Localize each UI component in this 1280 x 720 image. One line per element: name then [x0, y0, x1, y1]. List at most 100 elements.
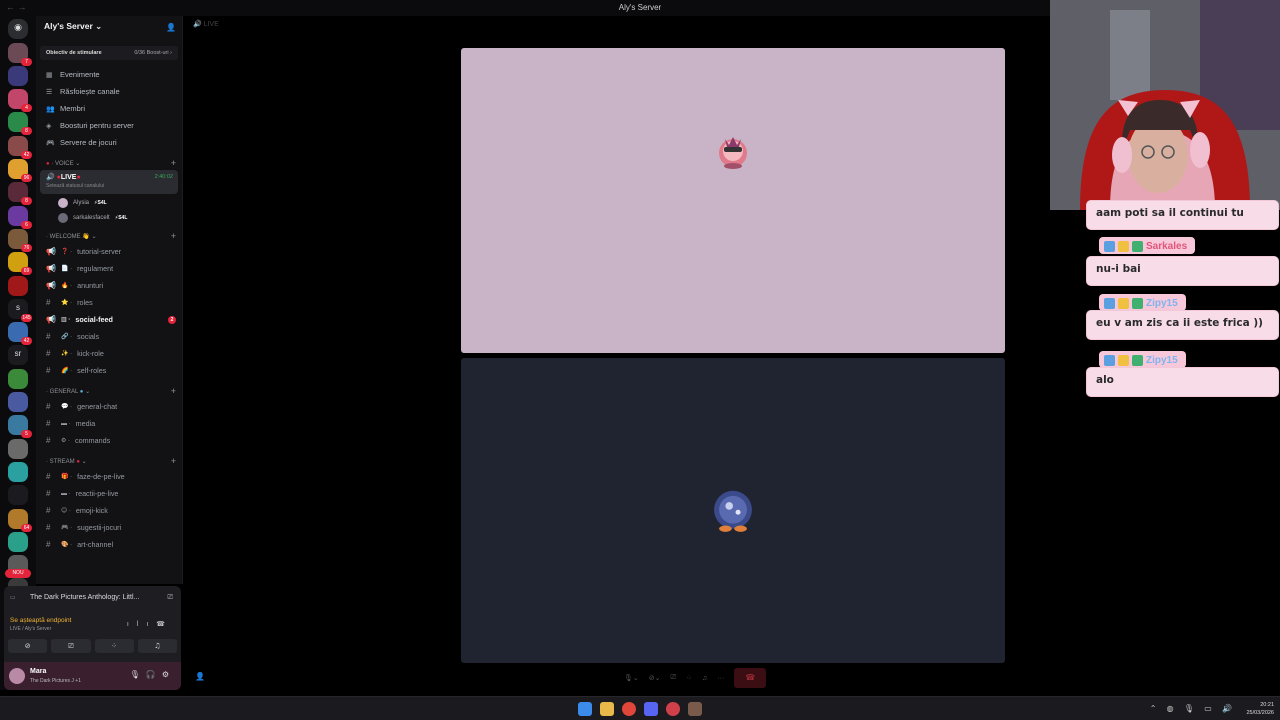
- add-channel-icon[interactable]: +: [171, 231, 176, 241]
- channel-art-channel[interactable]: # 🎨 · art-channel: [36, 536, 182, 553]
- channel-media[interactable]: # ▬ · media: [36, 415, 182, 432]
- chat-username: Zipy15: [1146, 298, 1178, 309]
- voice-user-name: Alysia: [73, 200, 90, 206]
- category-stream[interactable]: · STREAM ● ⌄ +: [36, 454, 182, 468]
- channel-reactii-pe-live[interactable]: # ▬ · reactii-pe-live: [36, 485, 182, 502]
- menu-item[interactable]: ▦ Evenimente: [36, 66, 182, 83]
- server-icon[interactable]: 69: [8, 252, 32, 276]
- menu-item[interactable]: ☰ Răsfoiește canale: [36, 83, 182, 100]
- server-icon[interactable]: 6: [8, 205, 32, 229]
- participant-tile[interactable]: [461, 48, 1005, 353]
- gear-icon[interactable]: ⚙: [162, 670, 175, 679]
- channel-faze-de-pe-live[interactable]: # 🎁 · faze-de-pe-live: [36, 468, 182, 485]
- category-voice[interactable]: ● · VOICE ⌄ +: [36, 156, 182, 170]
- server-icon[interactable]: 42: [8, 135, 32, 159]
- soundboard-icon[interactable]: ılı: [127, 621, 156, 628]
- server-icon[interactable]: 4: [8, 89, 32, 113]
- add-channel-icon[interactable]: +: [171, 158, 176, 168]
- channel-emoji: 🔥 ·: [61, 283, 73, 289]
- boost-goal[interactable]: Obiectiv de stimulare 0/36 Boost-uri ›: [40, 46, 178, 60]
- boost-icon: ◈: [46, 122, 52, 130]
- channel-kick-role[interactable]: # ✨ · kick-role: [36, 345, 182, 362]
- server-icon[interactable]: [8, 438, 28, 459]
- server-icon[interactable]: [8, 65, 28, 86]
- channel-social-feed[interactable]: 📢 ▥ · social-feed 2: [36, 311, 182, 328]
- server-icon[interactable]: s 145: [8, 298, 32, 322]
- server-icon[interactable]: [8, 461, 28, 482]
- discord-home-icon[interactable]: ◉: [8, 19, 28, 40]
- server-icon[interactable]: 7: [8, 42, 32, 66]
- category-welcome[interactable]: · WELCOME 👋 ⌄ +: [36, 229, 182, 243]
- file-explorer-icon[interactable]: [600, 702, 614, 716]
- menu-item[interactable]: 👥 Membri: [36, 100, 182, 117]
- stream-icon[interactable]: ⎚: [167, 594, 173, 602]
- server-icon[interactable]: sr: [8, 345, 28, 366]
- microphone-icon[interactable]: 🎙⌄: [624, 674, 639, 682]
- channel-self-roles[interactable]: # 🌈 · self-roles: [36, 362, 182, 379]
- participant-tile[interactable]: [461, 358, 1005, 663]
- chrome-icon[interactable]: [622, 702, 636, 716]
- time: 20:21: [1260, 702, 1274, 708]
- server-icon[interactable]: 42: [8, 322, 32, 346]
- app-icon[interactable]: [666, 702, 680, 716]
- invite-icon[interactable]: 👤: [195, 672, 205, 681]
- windows-start-icon[interactable]: [578, 702, 592, 716]
- avatar[interactable]: [9, 668, 25, 684]
- channel-commands[interactable]: # ⚙ · commands: [36, 432, 182, 449]
- add-channel-icon[interactable]: +: [171, 456, 176, 466]
- headphones-icon[interactable]: 🎧: [146, 670, 162, 679]
- hash-icon: #: [46, 540, 51, 549]
- channel-emoji: 🎨 ·: [61, 542, 73, 548]
- add-member-icon[interactable]: 👤: [166, 23, 176, 32]
- add-channel-icon[interactable]: +: [171, 386, 176, 396]
- voice-channel-live[interactable]: 🔊 ●LIVE● Setează statusul canalului 2:40…: [40, 170, 178, 194]
- voice-connection-status[interactable]: Se așteaptă endpoint LIVE / Aly's Server…: [4, 612, 181, 636]
- server-icon[interactable]: 76: [8, 228, 32, 252]
- server-icon[interactable]: [8, 485, 28, 506]
- game-activity[interactable]: ▭ The Dark Pictures Anthology: Littl... …: [4, 586, 181, 612]
- menu-item[interactable]: ◈ Boosturi pentru server: [36, 117, 182, 134]
- server-icon[interactable]: 96: [8, 159, 32, 183]
- soundboard-button[interactable]: ♫: [137, 639, 177, 653]
- channel-regulament[interactable]: 📢 📄 · regulament: [36, 260, 182, 277]
- channel-socials[interactable]: # 🔗 · socials: [36, 328, 182, 345]
- hang-up-button[interactable]: ☎: [734, 668, 767, 688]
- voice-user[interactable]: sarkalesfacelt ⚡S4L: [36, 209, 182, 224]
- soundboard-icon[interactable]: ♫: [702, 675, 707, 682]
- channel-anunturi[interactable]: 📢 🔥 · anunturi: [36, 277, 182, 294]
- channel-emoji-kick[interactable]: # 😊 · emoji-kick: [36, 502, 182, 519]
- title-bar: ← → Aly's Server: [0, 0, 1050, 16]
- system-tray[interactable]: ⌃ ◍ 🎙 ▭ 🔊: [1150, 704, 1236, 713]
- channel-tutorial-server[interactable]: 📢 ❓ · tutorial-server: [36, 243, 182, 260]
- user-bar[interactable]: Mara The Dark Pictures J +1 🎙🎧⚙: [4, 662, 181, 690]
- server-header[interactable]: Aly's Server ⌄ 👤: [36, 16, 182, 40]
- hash-icon: #: [46, 332, 51, 341]
- category-general[interactable]: · GENERAL ● ⌄ +: [36, 384, 182, 398]
- screen-share-button[interactable]: ⎚: [51, 639, 91, 653]
- channel-general-chat[interactable]: # 💬 · general-chat: [36, 398, 182, 415]
- game-icon[interactable]: [688, 702, 702, 716]
- screen-share-icon[interactable]: ⎚: [671, 674, 677, 682]
- camera-button[interactable]: ⊘: [8, 639, 48, 653]
- voice-user[interactable]: Alysia ⚡S4L: [36, 194, 182, 209]
- disconnect-icon[interactable]: ☎: [156, 621, 173, 628]
- server-icon[interactable]: [8, 531, 28, 552]
- menu-item[interactable]: 🎮 Servere de jocuri: [36, 134, 182, 151]
- more-icon[interactable]: ···: [717, 675, 724, 682]
- server-icon[interactable]: 8: [8, 112, 32, 136]
- server-icon[interactable]: [8, 392, 28, 413]
- channel-status[interactable]: Setează statusul canalului: [46, 183, 172, 189]
- microphone-icon[interactable]: 🎙: [130, 670, 146, 679]
- server-icon[interactable]: [8, 275, 28, 296]
- server-icon[interactable]: 5: [8, 415, 32, 439]
- camera-icon[interactable]: ⊘⌄: [649, 674, 661, 682]
- chat-message-text: alo: [1096, 374, 1114, 386]
- discord-icon[interactable]: [644, 702, 658, 716]
- channel-sugestii-jocuri[interactable]: # 🎮 · sugestii-jocuri: [36, 519, 182, 536]
- server-icon[interactable]: [8, 368, 28, 389]
- server-icon[interactable]: 64: [8, 508, 32, 532]
- server-icon[interactable]: 8: [8, 182, 32, 206]
- activities-icon[interactable]: ⁘: [686, 674, 692, 682]
- channel-roles[interactable]: # ⭐ · roles: [36, 294, 182, 311]
- activities-button[interactable]: ⁘: [94, 639, 134, 653]
